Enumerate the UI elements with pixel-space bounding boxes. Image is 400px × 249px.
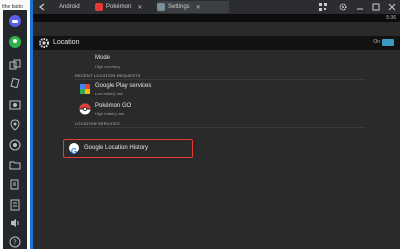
status-bar: 5:36	[33, 14, 400, 22]
record-icon[interactable]	[8, 138, 22, 152]
app-name: Pokémon GO	[95, 103, 132, 109]
toggle-label: On	[373, 39, 380, 45]
close-icon[interactable]: ✕	[196, 4, 201, 11]
app-subtitle: High battery use	[95, 111, 125, 116]
service-label: Google Location History	[84, 145, 149, 151]
tab-settings[interactable]: Settings ✕	[157, 1, 229, 13]
tab-pokemon[interactable]: Pokémon ✕	[95, 1, 163, 13]
puzzle-icon	[80, 84, 90, 94]
section-header: LOCATION SERVICES	[75, 121, 120, 126]
folder-icon[interactable]	[8, 158, 22, 172]
tab-label: Android	[59, 4, 80, 10]
action-bar: Location On	[33, 36, 400, 50]
android-screen: 5:36 Location On Mode High accuracy RECE…	[33, 14, 400, 249]
tab-bar: Android Pokémon ✕ Settings ✕	[33, 0, 400, 14]
close-window-icon[interactable]	[387, 2, 397, 12]
pokeball-icon	[79, 103, 91, 115]
tab-label: Settings	[168, 4, 190, 10]
google-icon: G	[69, 143, 79, 156]
app-subtitle: Low battery use	[95, 91, 124, 96]
mode-title: Mode	[95, 55, 111, 61]
gear-icon[interactable]	[38, 37, 50, 49]
status-time: 5:36	[386, 15, 396, 21]
shake-icon[interactable]	[8, 76, 22, 90]
tool-sidebar: ?	[3, 10, 27, 249]
location-pin-icon[interactable]	[8, 118, 22, 132]
help-icon[interactable]: ?	[8, 235, 22, 249]
minimize-icon[interactable]	[355, 2, 365, 12]
svg-text:?: ?	[13, 239, 17, 247]
section-header: RECENT LOCATION REQUESTS	[75, 73, 141, 78]
gear-icon[interactable]	[338, 2, 348, 12]
volume-icon[interactable]	[8, 216, 22, 230]
list-item[interactable]: Google Play services Low battery use	[75, 82, 365, 98]
tab-label: Pokémon	[106, 4, 132, 10]
svg-text:G: G	[71, 147, 77, 156]
close-icon[interactable]: ✕	[137, 4, 142, 11]
page-title: Location	[53, 39, 80, 46]
app-center-icon[interactable]	[8, 35, 22, 49]
location-toggle[interactable]	[382, 39, 394, 46]
notes-icon[interactable]	[8, 198, 22, 212]
game-center-icon[interactable]	[8, 14, 22, 28]
mode-subtitle: High accuracy	[95, 64, 121, 69]
multi-window-icon[interactable]	[8, 58, 22, 72]
list-item[interactable]: Pokémon GO High battery use	[75, 102, 365, 118]
screenshot-icon[interactable]	[8, 98, 22, 112]
app-name: Google Play services	[95, 83, 152, 89]
divider	[75, 127, 365, 128]
divider	[75, 79, 365, 80]
pokeball-icon	[95, 3, 103, 11]
back-arrow-icon[interactable]	[37, 2, 47, 12]
mode-row[interactable]: Mode High accuracy	[75, 55, 365, 71]
google-location-history-item[interactable]: G Google Location History	[63, 139, 193, 158]
settings-icon	[157, 3, 165, 11]
maximize-icon[interactable]	[371, 2, 381, 12]
tab-android[interactable]: Android	[59, 1, 93, 13]
qr-icon[interactable]	[318, 2, 328, 12]
copy-icon[interactable]	[8, 178, 22, 192]
